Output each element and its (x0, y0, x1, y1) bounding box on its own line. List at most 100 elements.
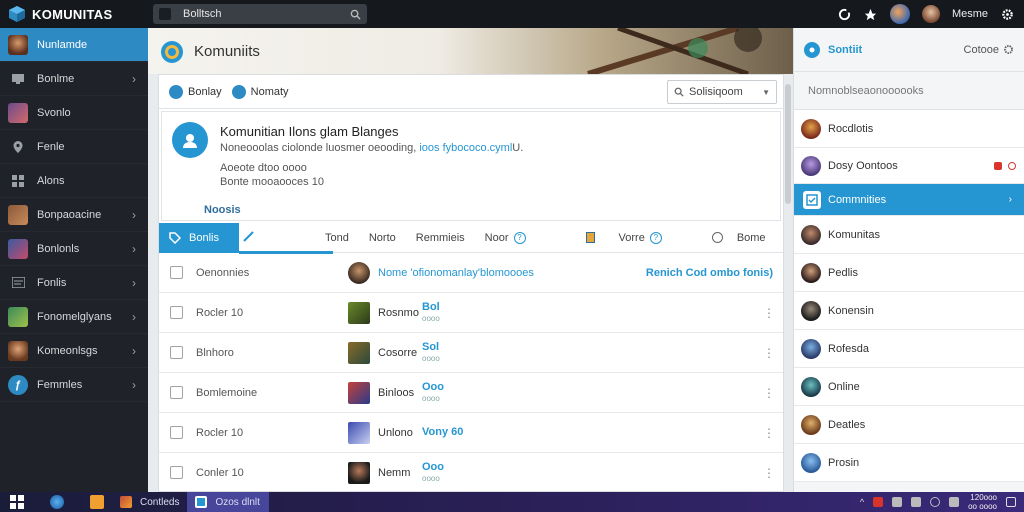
avatar (801, 414, 821, 435)
table-row[interactable]: Blnhoro Cosorre Sol oooo ⋮ (159, 333, 783, 373)
list-item[interactable]: Pedlis (794, 254, 1024, 292)
table-row[interactable]: Rocler 10 Rosnmo Bol oooo ⋮ (159, 293, 783, 333)
refresh-icon[interactable] (838, 7, 852, 21)
sidebar-item-8[interactable]: Fonomelglyans › (0, 300, 148, 334)
list-item-label: Prosin (828, 456, 860, 469)
list-item[interactable]: Komunitas (794, 216, 1024, 254)
list-item[interactable]: Dosy Oontoos (794, 148, 1024, 184)
tab-6[interactable]: Bome (737, 223, 766, 253)
row-value-main: Vony 60 (422, 426, 464, 438)
sidebar-item-5[interactable]: Bonpaoacine › (0, 198, 148, 232)
folder-app-icon[interactable] (90, 495, 104, 509)
browser-app-icon[interactable] (50, 495, 64, 509)
list-item[interactable]: Konensin (794, 292, 1024, 330)
tab-label: Noor (484, 231, 509, 244)
row-game[interactable]: Nome 'ofionomanlay'blomoooes (378, 267, 534, 279)
more-vertical-icon[interactable]: ⋮ (763, 426, 775, 440)
sort-select[interactable]: Solisiqoom ▼ (667, 80, 777, 104)
filter-chip-0[interactable]: Bonlay (169, 84, 222, 99)
row-checkbox[interactable] (170, 466, 183, 479)
sidebar-item-7[interactable]: Fonlis › (0, 266, 148, 300)
row-checkbox[interactable] (170, 346, 183, 359)
brand[interactable]: KOMUNITAS (0, 5, 150, 23)
info-more-link[interactable]: Noosis (204, 204, 241, 216)
row-name: Rocler 10 (196, 426, 244, 439)
tab-0[interactable]: Bonlis (159, 222, 239, 253)
row-action-link[interactable]: Renich Cod ombo fonis) (646, 267, 773, 279)
tray-app-icon[interactable] (873, 497, 884, 507)
sidebar-item-0[interactable]: Nunlamde (0, 28, 148, 62)
user-name[interactable]: Mesme (952, 8, 988, 20)
search-input[interactable]: Bolltsch (153, 4, 367, 24)
chevron-up-icon[interactable]: ^ (860, 497, 864, 507)
table-row[interactable]: Oenonnies Nome 'ofionomanlay'blomoooes R… (159, 253, 783, 293)
user-avatar-icon[interactable] (889, 4, 910, 24)
sidebar-item-4[interactable]: Alons (0, 164, 148, 198)
more-vertical-icon[interactable]: ⋮ (763, 346, 775, 360)
sidebar-item-label: Bonlonls (37, 242, 80, 255)
list-item[interactable]: Deatles (794, 406, 1024, 444)
info-description: Noneooolas ciolonde luosmer oeooding, io… (220, 142, 523, 154)
row-name: Blnhoro (196, 346, 234, 359)
tab-1[interactable]: Tond (325, 223, 349, 253)
more-vertical-icon[interactable]: ⋮ (763, 386, 775, 400)
list-item[interactable]: Rocdlotis (794, 110, 1024, 148)
tab-3[interactable]: Remmieis (416, 223, 465, 253)
row-game: Nemm (378, 466, 411, 479)
settings-gear-icon[interactable] (1000, 7, 1014, 21)
bookmark-icon[interactable] (585, 232, 595, 243)
star-icon[interactable] (864, 7, 878, 21)
taskbar-item-0[interactable]: Contleds (112, 492, 187, 512)
sidebar-item-10[interactable]: ƒ Femmles › (0, 368, 148, 402)
sidebar-item-6[interactable]: Bonlonls › (0, 232, 148, 266)
wifi-icon[interactable] (892, 497, 903, 507)
row-game: Rosnmo (378, 306, 419, 319)
clock-time: 120ooo (970, 493, 997, 502)
volume-icon[interactable] (911, 497, 922, 507)
list-item-label: Konensin (828, 304, 874, 317)
filter-chip-1[interactable]: Nomaty (231, 84, 289, 99)
sidebar-item-1[interactable]: Bonlme › (0, 62, 148, 96)
taskbar-clock[interactable]: 120ooo oo oooo (968, 493, 997, 511)
clock-icon[interactable] (711, 232, 723, 243)
sidebar-item-label: Fenle (37, 140, 65, 153)
list-item-label: Online (828, 380, 860, 393)
network-icon[interactable] (930, 497, 941, 507)
list-item[interactable]: Online (794, 368, 1024, 406)
list-item[interactable]: Prosin (794, 444, 1024, 482)
taskbar-item-1[interactable]: Ozos dlnlt (187, 492, 270, 512)
monitor-icon (8, 69, 28, 89)
right-panel-action[interactable]: Cotooe (964, 44, 1024, 56)
row-checkbox[interactable] (170, 266, 183, 279)
right-panel-title[interactable]: Sontiit (828, 44, 862, 56)
more-vertical-icon[interactable]: ⋮ (763, 306, 775, 320)
avatar-icon (8, 34, 28, 55)
list-item[interactable]: Rofesda (794, 330, 1024, 368)
sidebar-item-2[interactable]: Svonlo (0, 96, 148, 130)
list-item-label: Pedlis (828, 266, 858, 279)
edit-icon[interactable] (243, 230, 255, 245)
sidebar-item-9[interactable]: Komeonlsgs › (0, 334, 148, 368)
profile-avatar[interactable] (921, 5, 940, 23)
sidebar-item-3[interactable]: Fenle (0, 130, 148, 164)
more-vertical-icon[interactable]: ⋮ (763, 466, 775, 480)
scrollbar[interactable] (785, 84, 791, 204)
table-row[interactable]: Rocler 10 Unlono Vony 60 ⋮ (159, 413, 783, 453)
tab-4[interactable]: Noor ? (485, 223, 526, 253)
row-checkbox[interactable] (170, 426, 183, 439)
notification-icon[interactable] (1006, 497, 1016, 507)
tab-2[interactable]: Norto (369, 223, 396, 253)
table-row[interactable]: Conler 10 Nemm Ooo oooo ⋮ (159, 453, 783, 493)
tab-5[interactable]: Vorre ? (619, 223, 662, 253)
info-line1-suffix: U. (512, 142, 524, 154)
app-thumb-icon (120, 496, 132, 508)
list-item[interactable]: Commnities › (794, 184, 1024, 216)
info-link[interactable]: ioos fybococo.cyml (419, 142, 512, 154)
battery-icon[interactable] (949, 497, 960, 507)
table-row[interactable]: Bomlemoine Binloos Ooo oooo ⋮ (159, 373, 783, 413)
search-icon[interactable] (350, 9, 361, 20)
row-value: Bol oooo (422, 301, 440, 324)
row-checkbox[interactable] (170, 386, 183, 399)
row-checkbox[interactable] (170, 306, 183, 319)
windows-start-icon[interactable] (10, 495, 24, 509)
